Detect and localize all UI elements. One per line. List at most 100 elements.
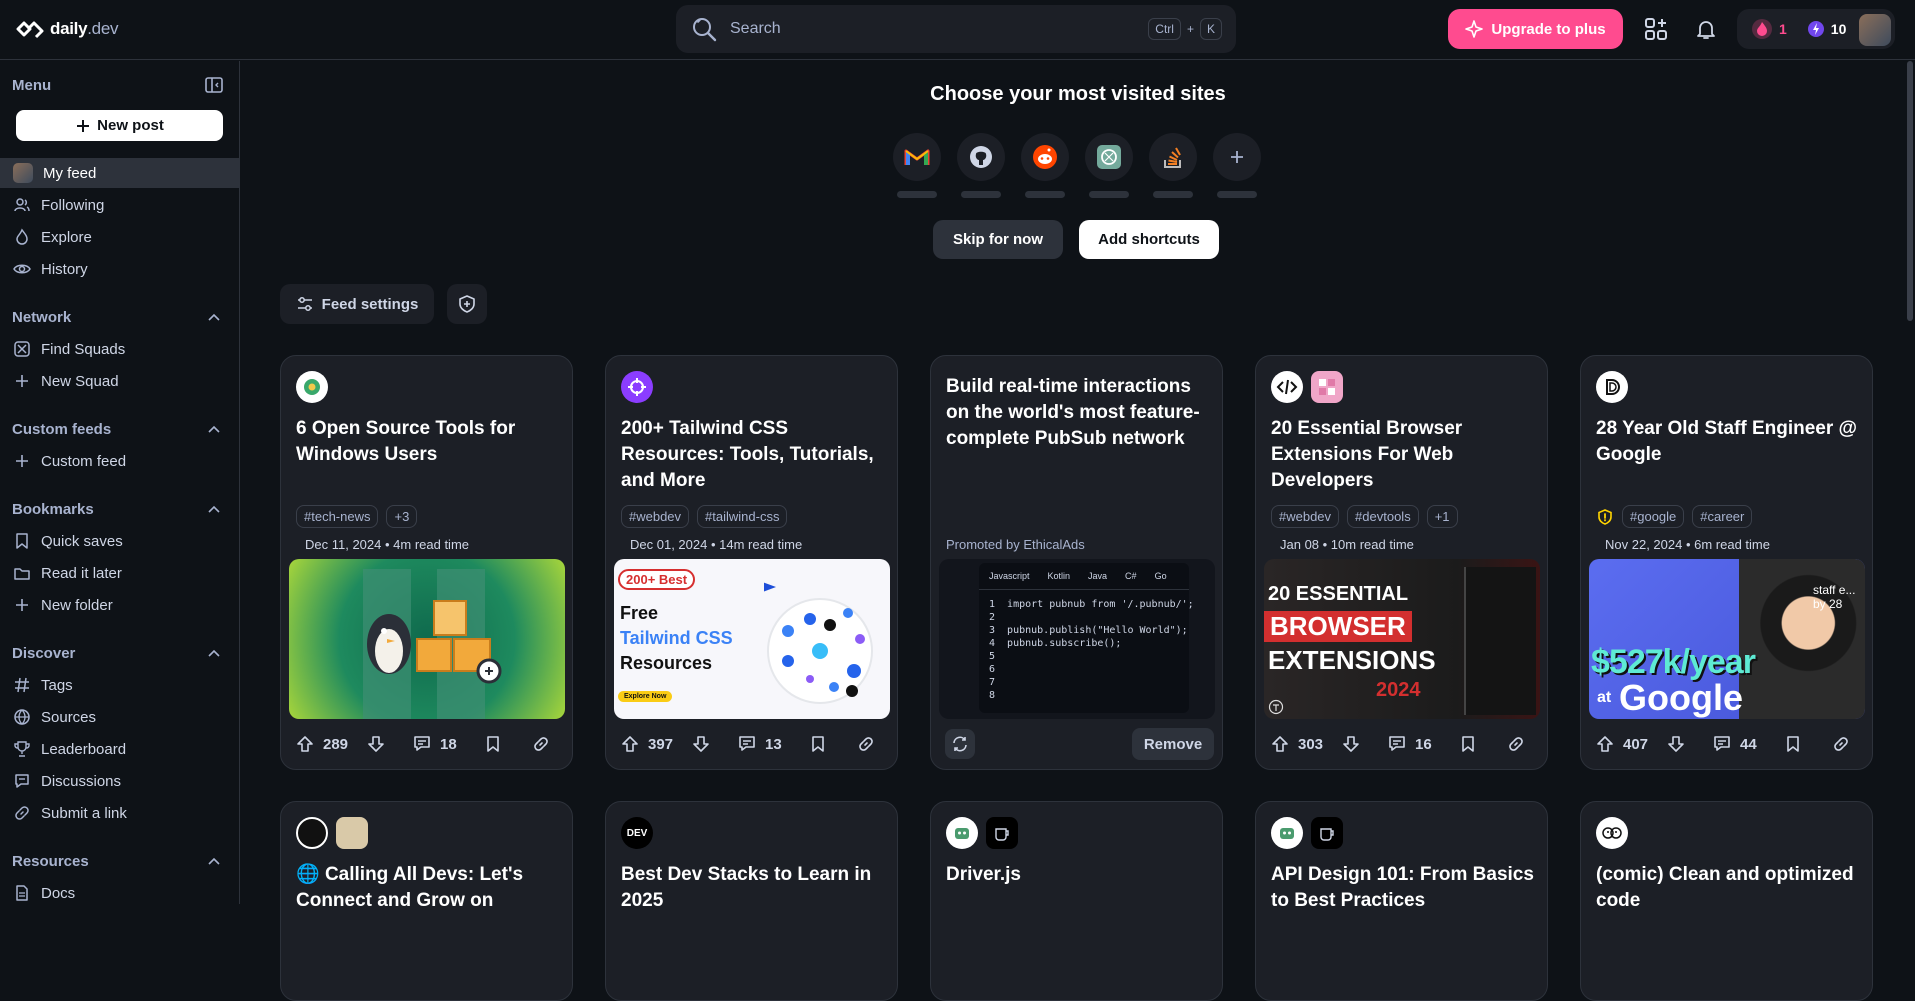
post-tag[interactable]: #tailwind-css — [697, 505, 788, 528]
post-card[interactable]: 28 Year Old Staff Engineer @ Google #goo… — [1580, 355, 1873, 770]
search-bar[interactable]: Search Ctrl + K — [676, 5, 1236, 53]
refresh-ad-button[interactable] — [945, 729, 975, 759]
bookmark-button[interactable] — [808, 734, 828, 754]
post-tag[interactable]: #webdev — [621, 505, 690, 528]
shortcut-add[interactable] — [1213, 133, 1261, 198]
post-title[interactable]: 28 Year Old Staff Engineer @ Google — [1596, 416, 1861, 468]
source-avatar[interactable] — [1271, 371, 1303, 403]
post-title[interactable]: Best Dev Stacks to Learn in 2025 — [621, 862, 886, 914]
sidebar-item-sources[interactable]: Sources — [0, 702, 240, 732]
sidebar-item-quick-saves[interactable]: Quick saves — [0, 526, 240, 556]
promoted-card[interactable]: Build real-time interactions on the worl… — [930, 355, 1223, 770]
squad-avatar[interactable] — [986, 817, 1018, 849]
sidebar-item-following[interactable]: Following — [0, 190, 240, 220]
sidebar-item-read-it-later[interactable]: Read it later — [0, 558, 240, 588]
copy-link-button[interactable] — [856, 734, 876, 754]
source-avatar[interactable] — [1596, 371, 1628, 403]
feed-settings-button[interactable]: Feed settings — [280, 284, 434, 324]
downvote-button[interactable] — [691, 734, 711, 754]
sidebar-item-my-feed[interactable]: My feed — [0, 158, 240, 188]
comments-button[interactable]: 18 — [412, 734, 457, 754]
post-tag[interactable]: #career — [1692, 505, 1753, 528]
post-title[interactable]: (comic) Clean and optimized code — [1596, 862, 1861, 914]
notifications-button[interactable] — [1686, 9, 1726, 49]
add-shortcuts-button[interactable]: Add shortcuts — [1079, 220, 1219, 259]
source-avatar[interactable] — [1271, 817, 1303, 849]
shortcut-reddit[interactable] — [1021, 133, 1069, 198]
sidebar-item-find-squads[interactable]: Find Squads — [0, 334, 240, 364]
post-thumbnail[interactable]: 20 ESSENTIAL BROWSER EXTENSIONS 2024 — [1264, 559, 1540, 719]
copy-link-button[interactable] — [1506, 734, 1526, 754]
sidebar-item-new-folder[interactable]: New folder — [0, 590, 240, 620]
post-card[interactable]: DEV Best Dev Stacks to Learn in 2025 — [605, 801, 898, 1001]
post-tag-more[interactable]: +3 — [386, 505, 418, 528]
sidebar-collapse-icon[interactable] — [204, 75, 224, 95]
sidebar-item-custom-feed[interactable]: Custom feed — [0, 446, 240, 476]
discover-chevron-up-icon[interactable] — [206, 646, 222, 662]
post-tag[interactable]: #webdev — [1271, 505, 1340, 528]
sidebar-item-discussions[interactable]: Discussions — [0, 766, 240, 796]
sidebar-item-tags[interactable]: Tags — [0, 670, 240, 700]
promoted-title[interactable]: Build real-time interactions on the worl… — [946, 374, 1211, 452]
resources-chevron-up-icon[interactable] — [206, 854, 222, 870]
post-card[interactable]: (comic) Clean and optimized code — [1580, 801, 1873, 1001]
scrollbar-thumb[interactable] — [1907, 61, 1913, 321]
page-scrollbar[interactable] — [1905, 61, 1915, 904]
post-tag-more[interactable]: +1 — [1426, 505, 1458, 528]
source-avatar[interactable] — [296, 371, 328, 403]
copy-link-button[interactable] — [1831, 734, 1851, 754]
post-card[interactable]: API Design 101: From Basics to Best Prac… — [1255, 801, 1548, 1001]
post-title[interactable]: Driver.js — [946, 862, 1211, 888]
bookmark-button[interactable] — [483, 734, 503, 754]
post-tag[interactable]: #google — [1622, 505, 1685, 528]
remove-ad-button[interactable]: Remove — [1132, 728, 1214, 760]
comments-button[interactable]: 16 — [1387, 734, 1432, 754]
source-avatar[interactable] — [621, 371, 653, 403]
post-card[interactable]: Driver.js — [930, 801, 1223, 1001]
content-filter-button[interactable] — [447, 284, 487, 324]
post-tag[interactable]: #devtools — [1347, 505, 1419, 528]
upvote-button[interactable]: 397 — [620, 734, 673, 754]
downvote-button[interactable] — [1341, 734, 1361, 754]
shortcut-github[interactable] — [957, 133, 1005, 198]
upvote-button[interactable]: 303 — [1270, 734, 1323, 754]
bookmarks-chevron-up-icon[interactable] — [206, 502, 222, 518]
sidebar-item-new-squad[interactable]: New Squad — [0, 366, 240, 396]
upvote-button[interactable]: 407 — [1595, 734, 1648, 754]
squad-avatar[interactable] — [1311, 817, 1343, 849]
user-avatar[interactable] — [1859, 14, 1891, 46]
promoted-thumbnail[interactable]: Javascript Kotlin Java C# Go 1 import pu… — [939, 559, 1215, 719]
upvote-button[interactable]: 289 — [295, 734, 348, 754]
daily-dev-logo[interactable]: daily.dev — [16, 18, 118, 40]
post-title[interactable]: API Design 101: From Basics to Best Prac… — [1271, 862, 1536, 914]
post-card[interactable]: 🌐 Calling All Devs: Let's Connect and Gr… — [280, 801, 573, 1001]
bookmark-button[interactable] — [1783, 734, 1803, 754]
post-thumbnail[interactable]: $527k/year at Google staff e... by 28 — [1589, 559, 1865, 719]
post-thumbnail[interactable] — [289, 559, 565, 719]
copy-link-button[interactable] — [531, 734, 551, 754]
post-thumbnail[interactable]: 200+ Best Free Tailwind CSS Resources Ex… — [614, 559, 890, 719]
post-tag[interactable]: #tech-news — [296, 505, 379, 528]
new-post-button[interactable]: New post — [16, 110, 223, 141]
shortcut-gmail[interactable] — [893, 133, 941, 198]
post-card[interactable]: 6 Open Source Tools for Windows Users #t… — [280, 355, 573, 770]
post-card[interactable]: 20 Essential Browser Extensions For Web … — [1255, 355, 1548, 770]
downvote-button[interactable] — [1666, 734, 1686, 754]
source-avatar-dev[interactable]: DEV — [621, 817, 653, 849]
apps-button[interactable] — [1636, 9, 1676, 49]
downvote-button[interactable] — [366, 734, 386, 754]
skip-for-now-button[interactable]: Skip for now — [933, 220, 1063, 259]
sidebar-item-history[interactable]: History — [0, 254, 240, 284]
sidebar-item-leaderboard[interactable]: Leaderboard — [0, 734, 240, 764]
shortcut-stackoverflow[interactable] — [1149, 133, 1197, 198]
post-card[interactable]: 200+ Tailwind CSS Resources: Tools, Tuto… — [605, 355, 898, 770]
network-chevron-up-icon[interactable] — [206, 310, 222, 326]
sidebar-item-submit-link[interactable]: Submit a link — [0, 798, 240, 828]
comments-button[interactable]: 44 — [1712, 734, 1757, 754]
post-title[interactable]: 200+ Tailwind CSS Resources: Tools, Tuto… — [621, 416, 886, 494]
squad-avatar[interactable] — [1311, 371, 1343, 403]
post-title[interactable]: 20 Essential Browser Extensions For Web … — [1271, 416, 1536, 494]
shortcut-chatgpt[interactable] — [1085, 133, 1133, 198]
bookmark-button[interactable] — [1458, 734, 1478, 754]
comments-button[interactable]: 13 — [737, 734, 782, 754]
